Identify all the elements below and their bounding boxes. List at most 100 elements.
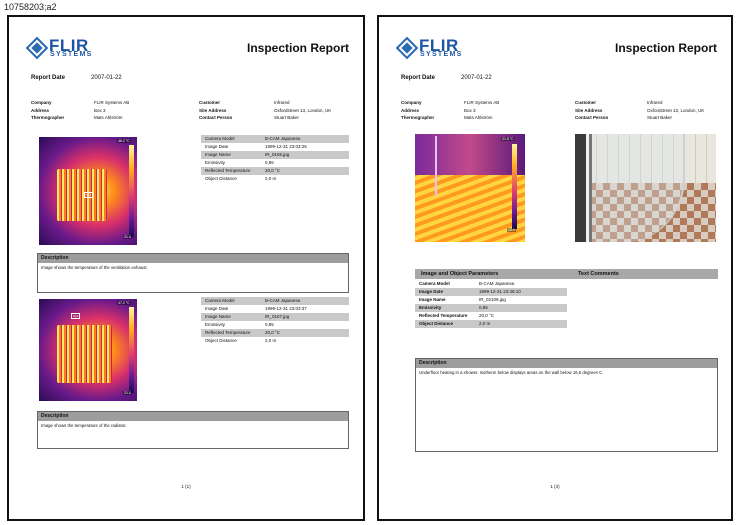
param-key: Emissivity (205, 160, 225, 165)
info-key: Contact Person (199, 115, 233, 120)
customer-info: Customer Infrared Site Address Oxfordstree… (199, 99, 349, 122)
spot-marker: Sp1 (71, 313, 81, 319)
thermal-image-shower: 21.8 °C 13.0 (415, 134, 525, 242)
temperature-scale (129, 145, 134, 237)
param-key: Camera Model (205, 298, 235, 303)
param-value: IR_02109.jpg (479, 297, 506, 302)
param-key: Camera Model (419, 281, 450, 286)
info-value: Mats Ahlström (94, 115, 123, 120)
report-date-value: 2007-01-22 (91, 75, 122, 81)
scale-min: 21.0 (123, 391, 132, 395)
info-value: Box 3 (94, 107, 106, 113)
report-page-1: FLIR SYSTEMS Inspection Report Report Da… (7, 15, 365, 521)
param-key: Image Date (419, 289, 444, 294)
param-row: Object Distance 2,0 m (201, 337, 349, 345)
comments-header: Text Comments (578, 271, 619, 277)
param-key: Object Distance (205, 176, 237, 181)
param-row: Emissivity 0,95 (201, 159, 349, 167)
info-key: Address (31, 107, 50, 113)
param-row: Image Name IR_0165.jpg (201, 151, 349, 159)
param-key: Reflected Temperature (205, 330, 251, 335)
param-key: Reflected Temperature (205, 168, 251, 173)
page-number: 1 (3) (550, 484, 560, 489)
param-row: Reflected Temperature 20,0 °C (201, 329, 349, 337)
param-key: Object Distance (419, 321, 454, 326)
param-value: 0,95 (265, 160, 274, 165)
description-box-1: Description Image shows the temperature … (37, 253, 349, 293)
param-value: 20,0 °C (265, 168, 281, 173)
param-value: IR_0165.jpg (265, 152, 290, 157)
info-value: Mats Ahlström (464, 115, 493, 120)
page-header: FLIR SYSTEMS Inspection Report (395, 33, 721, 63)
report-date: Report Date 2007-01-22 (401, 75, 492, 81)
param-key: Image Name (419, 297, 446, 302)
description-box-2: Description Image shows the temperature … (37, 411, 349, 449)
info-value: Infrared (274, 100, 290, 105)
info-value: FLIR Systems AB (464, 100, 500, 105)
report-date: Report Date 2007-01-22 (31, 75, 122, 81)
scale-min: 21.0 (123, 235, 132, 239)
param-key: Image Name (205, 314, 231, 319)
param-row: Image Date 1999-12-31 23:46:10 (415, 288, 567, 296)
info-value: Stuart Baker (647, 115, 673, 120)
scale-max: 46.2 °C (117, 139, 131, 143)
info-value: FLIR Systems AB (94, 100, 130, 105)
param-value: 20,0 °C (265, 330, 281, 335)
report-date-value: 2007-01-22 (461, 75, 492, 81)
info-key: Customer (575, 100, 597, 105)
flir-logo: FLIR SYSTEMS (25, 36, 121, 67)
param-row: Image Name IR_0167.jpg (201, 313, 349, 321)
description-header: Description (38, 412, 348, 421)
param-value: 1999-12-31 23:03:37 (265, 306, 307, 311)
params-header-bar: Image and Object Parameters Text Comment… (415, 269, 718, 279)
param-row: Reflected Temperature 20,0 °C (415, 312, 567, 320)
logo-sub: SYSTEMS (420, 51, 463, 58)
param-row: Camera Model B-CAM Japanese. (201, 297, 349, 305)
param-key: Emissivity (205, 322, 225, 327)
param-value: 2,0 m (265, 176, 277, 181)
radiator-shape (57, 169, 107, 221)
params-header: Image and Object Parameters (421, 271, 499, 277)
report-date-label: Report Date (401, 75, 436, 81)
visual-photo-shower (575, 134, 716, 242)
description-header: Description (416, 359, 717, 368)
param-row: Object Distance 2,0 m (415, 320, 567, 328)
temperature-scale (512, 144, 517, 229)
info-value: Infrared (647, 100, 663, 105)
flir-diamond-icon (25, 36, 49, 60)
scale-max: 47.2 °C (117, 301, 131, 305)
info-key: Thermographer (401, 115, 435, 120)
image-parameters-2: Camera Model B-CAM Japanese. Image Date 19… (201, 297, 349, 345)
param-row: Camera Model B-CAM Japanese. (201, 135, 349, 143)
image-parameters-1: Camera Model B-CAM Japanese. Image Date 19… (201, 135, 349, 183)
param-value: IR_0167.jpg (265, 314, 290, 319)
page-title: Inspection Report (246, 41, 349, 55)
info-key: Site Address (199, 107, 227, 113)
flir-diamond-icon (395, 36, 419, 60)
param-row: Image Name IR_02109.jpg (415, 296, 567, 304)
customer-info: Customer Infrared Site Address Oxfordstree… (575, 99, 725, 122)
info-key: Contact Person (575, 115, 609, 120)
flir-logo: FLIR SYSTEMS (395, 36, 491, 67)
param-key: Camera Model (205, 136, 235, 141)
param-key: Object Distance (205, 338, 237, 343)
info-value: Oxfordstreet 13, London, UK (274, 107, 332, 113)
info-key: Company (31, 100, 52, 105)
image-code: 10758203;a2 (4, 2, 57, 12)
description-text: Underfloor heating in a shower. Isotherm… (419, 370, 604, 375)
temperature-scale (129, 307, 134, 393)
param-key: Image Name (205, 152, 231, 157)
param-row: Image Date 1999-12-31 23:03:37 (201, 305, 349, 313)
param-value: 20,0 °C (479, 313, 495, 318)
param-value: 0,95 (479, 305, 488, 310)
description-text: Image shows the temperature of the venti… (41, 265, 148, 270)
page-number: 1 (1) (181, 484, 191, 489)
param-value: B-CAM Japanese. (265, 298, 302, 303)
param-row: Image Date 1999-12-31 23:03:25 (201, 143, 349, 151)
spot-marker: Sp1 (84, 192, 94, 198)
scale-max: 21.8 °C (501, 137, 515, 141)
radiator-shape (57, 325, 112, 383)
param-value: 2,0 m (265, 338, 277, 343)
scale-min: 13.0 (507, 228, 516, 232)
info-value: Box 3 (464, 107, 476, 113)
